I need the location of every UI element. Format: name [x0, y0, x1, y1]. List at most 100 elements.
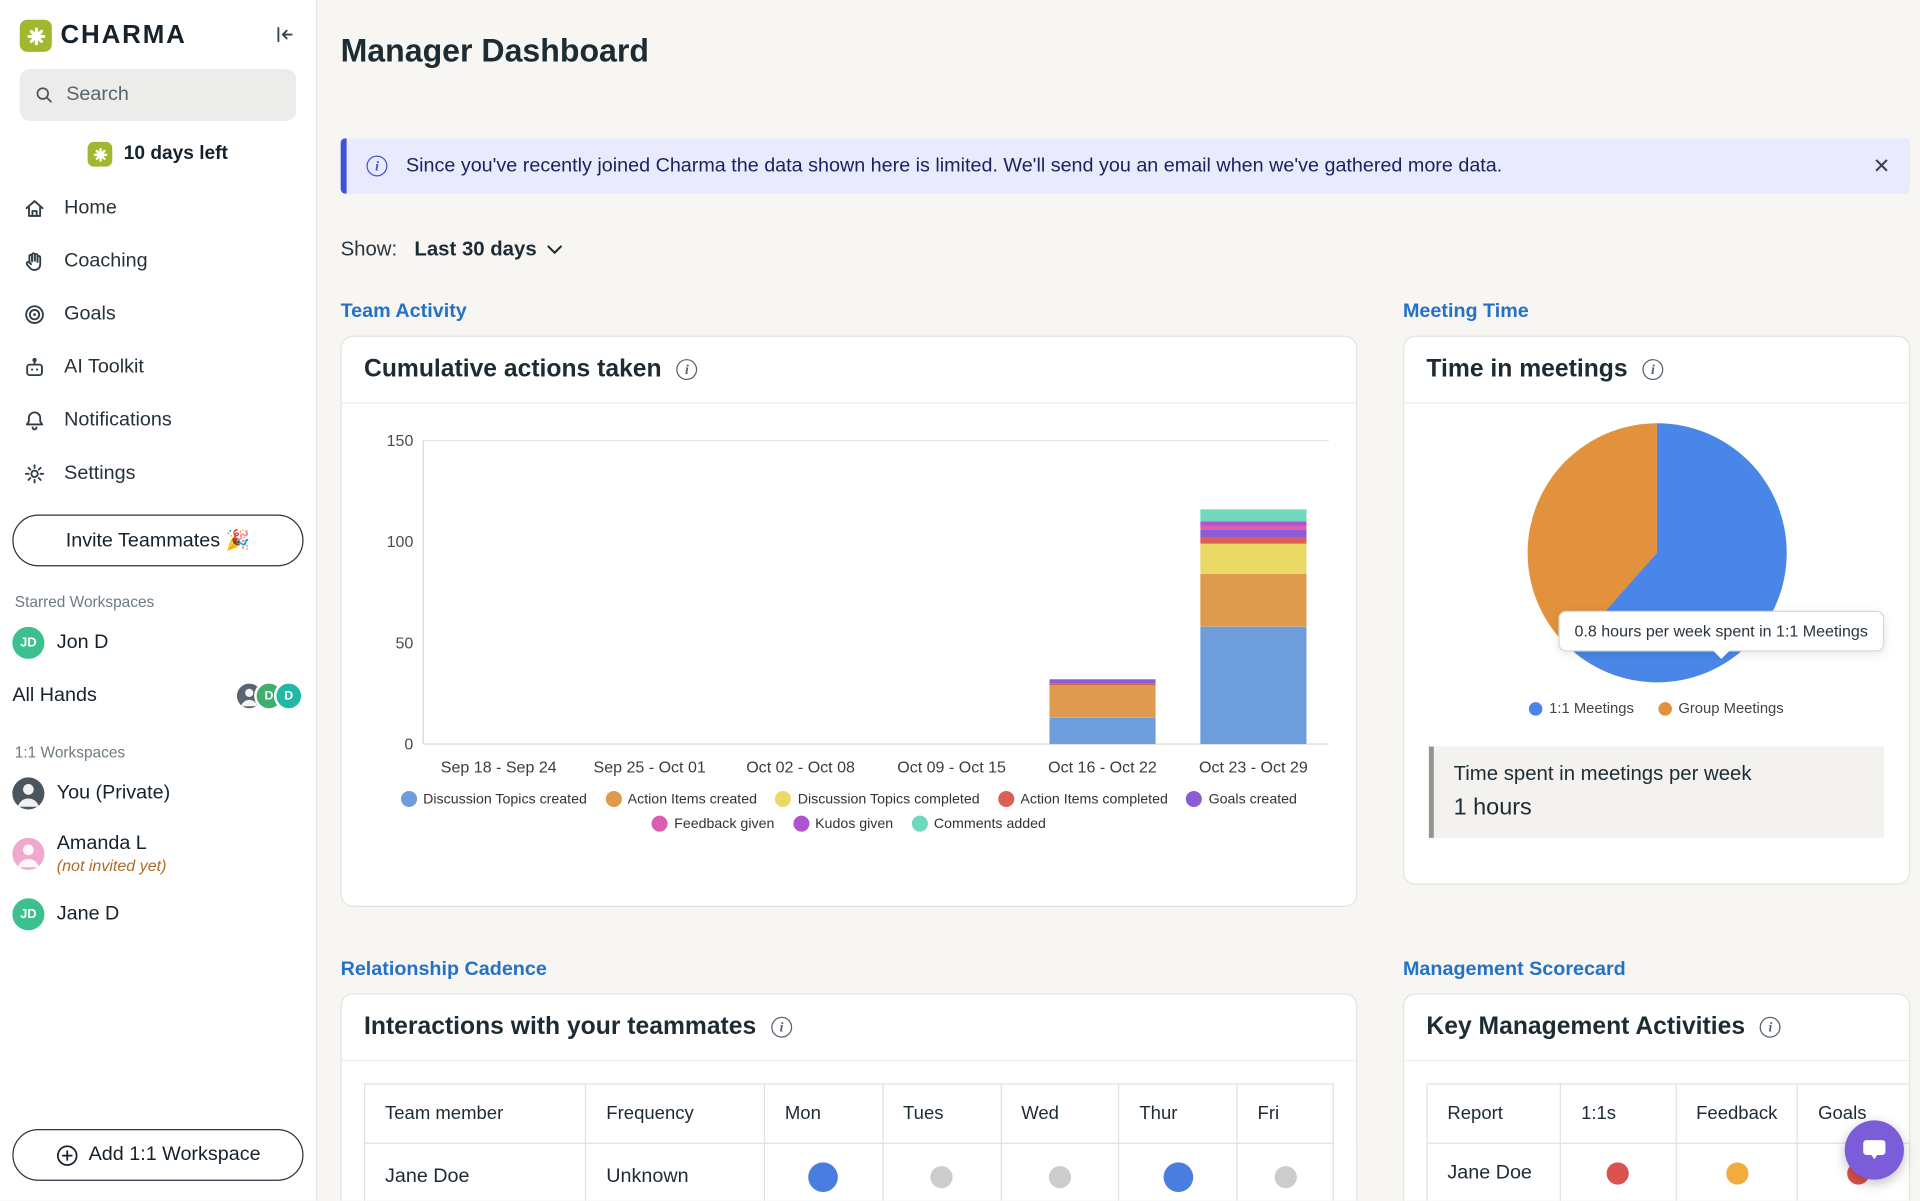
charma-logo[interactable]: CHARMA [20, 20, 187, 52]
workspace-item-name: Amanda L [57, 832, 167, 857]
report-name: Jane Doe [1427, 1143, 1561, 1200]
relationship-cadence-link[interactable]: Relationship Cadence [341, 959, 1358, 981]
invite-teammates-button[interactable]: Invite Teammates 🎉 [12, 515, 303, 567]
workspace-section-header: 1:1 Workspaces [15, 744, 301, 761]
column-header: Team member [365, 1084, 586, 1143]
pie-legend-item: 1:1 Meetings [1529, 700, 1634, 717]
search-box[interactable] [20, 69, 296, 121]
tues-status-dot[interactable] [931, 1166, 953, 1188]
thur-status-dot[interactable] [1163, 1162, 1193, 1192]
fri-status-dot[interactable] [1274, 1166, 1296, 1188]
date-range-select[interactable]: Last 30 days [414, 238, 562, 261]
legend-item: Goals created [1186, 791, 1297, 807]
workspace-item[interactable]: JDJane D [12, 888, 303, 942]
scorecard-table: Report1:1sFeedbackGoalsJane Doe [1426, 1083, 1910, 1200]
chevron-down-icon [547, 244, 563, 255]
sidebar-item-settings[interactable]: Settings [12, 447, 303, 500]
legend-dot [1529, 701, 1543, 715]
banner-close-button[interactable]: ✕ [1873, 154, 1891, 179]
photo-avatar [12, 777, 44, 809]
frequency-value[interactable]: Unknown [586, 1143, 765, 1200]
management-scorecard-link[interactable]: Management Scorecard [1403, 959, 1910, 981]
right-column: Meeting Time Time in meetings i 0.8 hour… [1403, 301, 1910, 1201]
interactions-card: Interactions with your teammates i Team … [341, 993, 1358, 1200]
cumulative-actions-title: Cumulative actions taken [364, 355, 662, 383]
wed-status-dot[interactable] [1049, 1166, 1071, 1188]
sidebar-item-label: Home [64, 197, 117, 219]
time-in-meetings-card: Time in meetings i 0.8 hours per week sp… [1403, 336, 1910, 885]
sidebar-item-ai-toolkit[interactable]: AI Toolkit [12, 341, 303, 394]
stacked-bar-chart: 050100150Sep 18 - Sep 24Sep 25 - Oct 01O… [349, 426, 1336, 789]
info-icon[interactable]: i [676, 359, 697, 380]
photo-avatar [12, 838, 44, 870]
sidebar-collapse-button[interactable] [271, 20, 298, 51]
status-cell [1676, 1143, 1798, 1200]
cumulative-actions-chart: 050100150Sep 18 - Sep 24Sep 25 - Oct 01O… [342, 403, 1356, 863]
pie-legend: 1:1 Meetings Group Meetings [1404, 700, 1909, 717]
legend-dot [912, 816, 928, 832]
meetings-summary: Time spent in meetings per week 1 hours [1429, 747, 1884, 838]
legend-label: Discussion Topics completed [798, 792, 980, 807]
meeting-time-link[interactable]: Meeting Time [1403, 301, 1910, 323]
legend-label: Goals created [1209, 792, 1297, 807]
workspace-item-note: (not invited yet) [57, 856, 167, 876]
legend-dot [776, 791, 792, 807]
legend-label: Group Meetings [1678, 700, 1783, 717]
search-input[interactable] [66, 84, 281, 106]
day-cell [1119, 1143, 1237, 1200]
info-icon[interactable]: i [1760, 1017, 1781, 1038]
legend-item: Action Items completed [998, 791, 1168, 807]
legend-item: Kudos given [793, 816, 893, 832]
workspace-item[interactable]: Amanda L(not invited yet) [12, 821, 303, 888]
info-icon[interactable]: i [1642, 359, 1663, 380]
sidebar-item-label: Goals [64, 303, 116, 325]
sidebar-item-notifications[interactable]: Notifications [12, 394, 303, 447]
date-range-value: Last 30 days [414, 238, 536, 261]
legend-dot [1186, 791, 1202, 807]
svg-text:150: 150 [387, 432, 414, 450]
legend-dot [605, 791, 621, 807]
team-activity-link[interactable]: Team Activity [341, 301, 1358, 323]
workspace-item[interactable]: You (Private) [12, 766, 303, 820]
workspace-item[interactable]: JD Jon D [12, 616, 303, 670]
1:1s-status-dot[interactable] [1607, 1162, 1629, 1184]
table-body: Jane DoeUnknown [365, 1143, 1334, 1200]
avatar-group: DD [244, 681, 303, 711]
initials-avatar: JD [12, 627, 44, 659]
workspace-item-text: Jon D [57, 631, 109, 656]
legend-label: Action Items completed [1020, 792, 1167, 807]
pie-legend-item: Group Meetings [1659, 700, 1784, 717]
search-icon [35, 84, 54, 106]
show-label: Show: [341, 238, 398, 261]
legend-dot [401, 791, 417, 807]
sidebar-item-home[interactable]: Home [12, 181, 303, 234]
charma-logo-icon [20, 20, 52, 52]
day-cell [883, 1143, 1001, 1200]
chat-launcher-button[interactable] [1845, 1120, 1904, 1179]
table-row: Jane DoeUnknown [365, 1143, 1334, 1200]
sidebar-item-coaching[interactable]: Coaching [12, 234, 303, 287]
mon-status-dot[interactable] [809, 1162, 839, 1192]
key-management-card: Key Management Activities i Report1:1sFe… [1403, 993, 1910, 1200]
workspace-item[interactable]: All HandsDD [12, 670, 303, 722]
svg-text:Oct 02 - Oct 08: Oct 02 - Oct 08 [746, 758, 855, 776]
legend-item: Discussion Topics completed [776, 791, 980, 807]
svg-text:Oct 23 - Oct 29: Oct 23 - Oct 29 [1199, 758, 1308, 776]
sidebar-item-goals[interactable]: Goals [12, 288, 303, 341]
info-icon[interactable]: i [771, 1017, 792, 1038]
legend-item: Comments added [912, 816, 1046, 832]
day-cell [1001, 1143, 1119, 1200]
add-workspace-button[interactable]: Add 1:1 Workspace [12, 1129, 303, 1181]
sidebar-item-label: AI Toolkit [64, 356, 144, 378]
svg-text:100: 100 [387, 533, 414, 551]
svg-text:Oct 09 - Oct 15: Oct 09 - Oct 15 [897, 758, 1006, 776]
key-management-title: Key Management Activities [1426, 1013, 1745, 1041]
add-workspace-label: Add 1:1 Workspace [89, 1144, 261, 1166]
column-header: Feedback [1676, 1084, 1798, 1143]
column-header: Wed [1001, 1084, 1119, 1143]
workspace-item-name: You (Private) [57, 781, 170, 806]
trial-label: 10 days left [124, 143, 228, 165]
workspace-item-name: Jon D [57, 631, 109, 656]
meetings-summary-label: Time spent in meetings per week [1454, 763, 1865, 786]
feedback-status-dot[interactable] [1726, 1162, 1748, 1184]
